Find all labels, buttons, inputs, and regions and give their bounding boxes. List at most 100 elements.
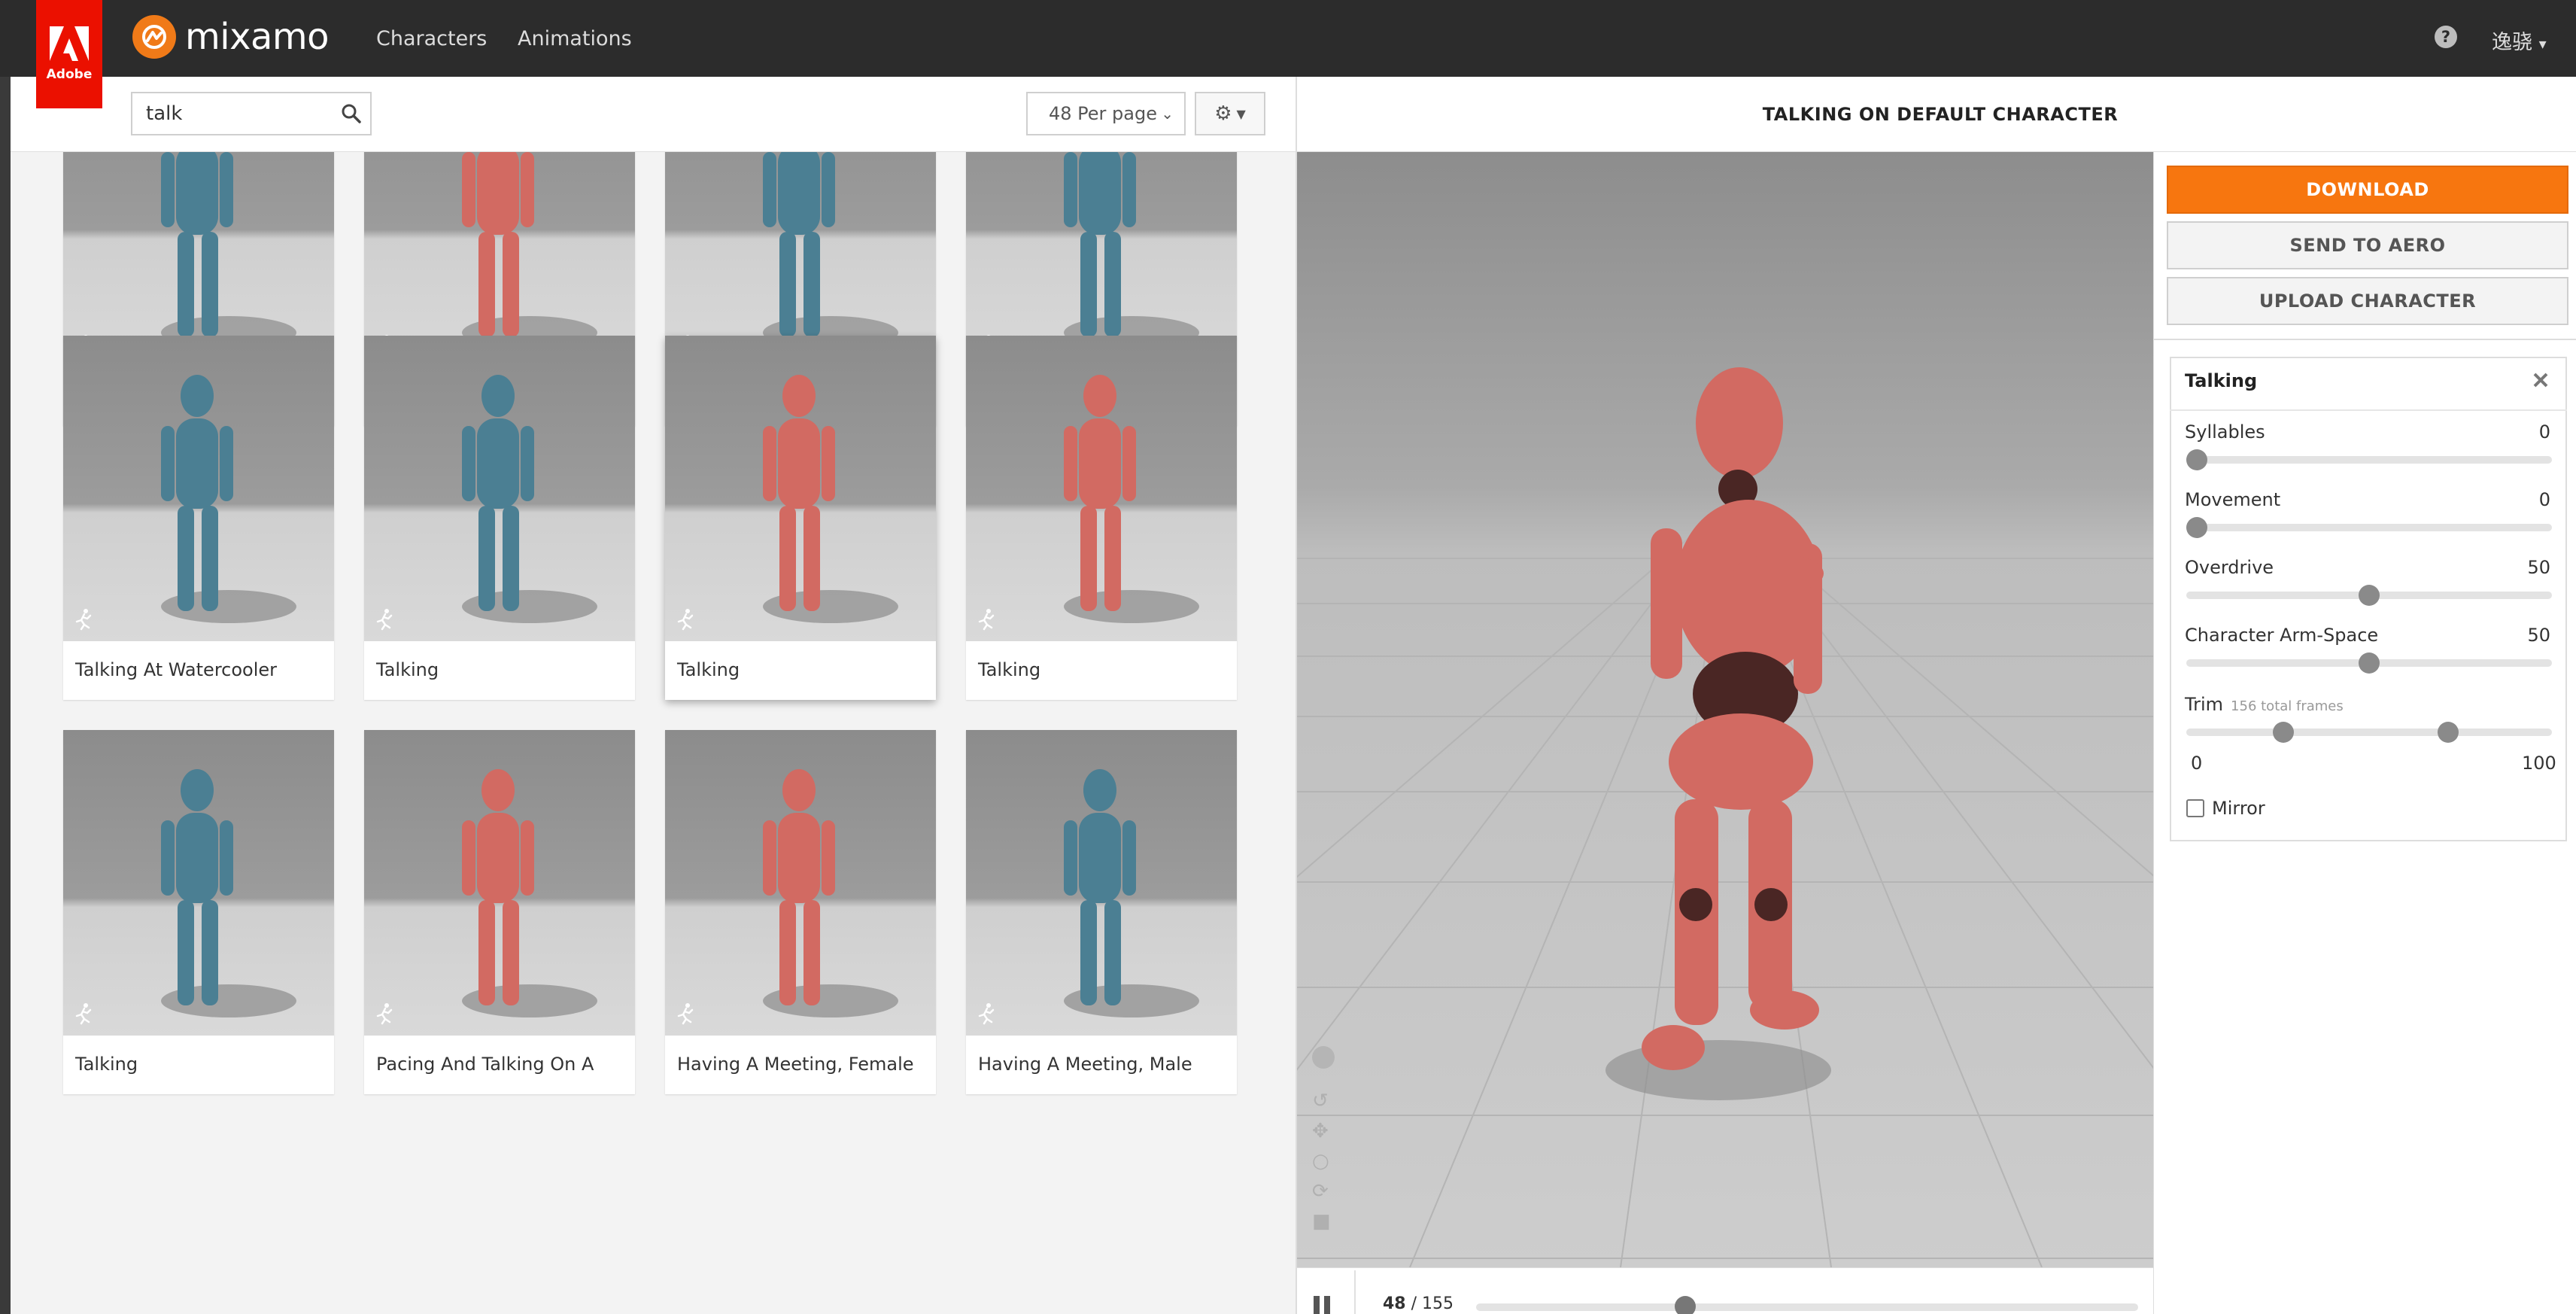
nav-characters[interactable]: Characters xyxy=(376,27,487,50)
animation-card[interactable]: Having A Meeting, Male xyxy=(966,730,1237,1094)
animation-thumbnail xyxy=(966,336,1237,641)
animation-thumbnail xyxy=(665,336,936,641)
rotate-icon[interactable]: ⟳ xyxy=(1312,1180,1338,1210)
pause-button[interactable] xyxy=(1314,1296,1332,1314)
trim-max: 100 xyxy=(2522,753,2556,774)
animation-card[interactable]: Pacing And Talking On A xyxy=(364,730,635,1094)
mixamo-logo[interactable]: mixamo xyxy=(132,15,330,59)
timeline-track[interactable] xyxy=(1476,1303,2138,1311)
frame-total: / 155 xyxy=(1411,1294,1454,1313)
param-value: 50 xyxy=(2527,625,2550,646)
animation-card-label: Talking xyxy=(978,659,1041,680)
animation-card-label: Talking xyxy=(376,659,439,680)
trim-label: Trim xyxy=(2185,694,2224,715)
3d-viewport[interactable] xyxy=(1296,152,2153,1267)
running-figure-icon xyxy=(75,609,92,631)
close-icon[interactable] xyxy=(2531,370,2550,390)
adobe-logo[interactable]: Adobe xyxy=(36,0,102,108)
trim-start-handle[interactable] xyxy=(2272,722,2294,743)
param-slider-handle[interactable] xyxy=(2359,585,2380,606)
caret-down-icon: ▼ xyxy=(1236,106,1246,121)
animation-card-label: Having A Meeting, Female xyxy=(677,1054,914,1075)
running-figure-icon xyxy=(376,1003,393,1025)
param-value: 0 xyxy=(2538,489,2550,510)
user-menu[interactable]: 逸骁 ▾ xyxy=(2492,26,2547,55)
user-name: 逸骁 xyxy=(2492,31,2532,54)
camera-icon[interactable]: ■ xyxy=(1312,1210,1338,1240)
per-page-select[interactable]: 48 Per page ⌄ xyxy=(1026,92,1186,135)
send-to-aero-button[interactable]: SEND TO AERO xyxy=(2167,221,2568,269)
animation-thumbnail xyxy=(63,730,334,1036)
running-figure-icon xyxy=(376,609,393,631)
running-figure-icon xyxy=(978,1003,995,1025)
adobe-label: Adobe xyxy=(46,67,93,82)
trim-label-row: Trim 156 total frames xyxy=(2185,694,2344,715)
pause-icon xyxy=(1314,1296,1320,1314)
mixamo-wordmark: mixamo xyxy=(185,16,330,58)
param-label: Movement xyxy=(2185,489,2281,510)
animation-card-label: Talking xyxy=(75,1054,138,1075)
download-button[interactable]: DOWNLOAD xyxy=(2167,166,2568,214)
pan-icon[interactable]: ✥ xyxy=(1312,1120,1338,1150)
search-field[interactable] xyxy=(131,92,372,135)
param-slider-track[interactable] xyxy=(2186,524,2552,531)
param-label: Syllables xyxy=(2185,421,2265,443)
mirror-checkbox[interactable] xyxy=(2186,799,2204,817)
animation-card[interactable]: Talking At Watercooler xyxy=(63,336,334,700)
animation-thumbnail xyxy=(966,730,1237,1036)
timeline-divider xyxy=(1354,1270,1356,1314)
left-edge xyxy=(0,77,11,1314)
param-slider-handle[interactable] xyxy=(2186,517,2207,538)
3d-scene xyxy=(1297,367,2153,1267)
sidebar-divider xyxy=(2153,339,2576,340)
animation-card-label: Pacing And Talking On A xyxy=(376,1054,594,1075)
frame-counter: 48 / 155 xyxy=(1383,1294,1454,1313)
mixamo-logo-icon xyxy=(132,15,176,59)
mirror-label: Mirror xyxy=(2212,798,2265,819)
animation-card-label: Talking At Watercooler xyxy=(75,659,278,680)
skeleton-icon[interactable] xyxy=(1312,1046,1335,1069)
trim-slider-track[interactable] xyxy=(2186,728,2552,736)
param-slider-handle[interactable] xyxy=(2186,449,2207,470)
animation-card-label: Having A Meeting, Male xyxy=(978,1054,1192,1075)
search-icon[interactable] xyxy=(340,102,363,125)
animation-thumbnail xyxy=(63,336,334,641)
animation-card[interactable]: Having A Meeting, Female xyxy=(665,730,936,1094)
param-value: 0 xyxy=(2538,421,2550,443)
trim-min: 0 xyxy=(2191,753,2203,774)
param-slider-track[interactable] xyxy=(2186,456,2552,464)
animation-grid: Talking Phone PacingTalkingTalkingTalkin… xyxy=(11,152,1296,1314)
animation-card[interactable]: Talking xyxy=(364,336,635,700)
chevron-down-icon: ⌄ xyxy=(1161,105,1174,123)
param-label: Overdrive xyxy=(2185,557,2274,578)
nav-animations[interactable]: Animations xyxy=(518,27,632,50)
upload-character-button[interactable]: UPLOAD CHARACTER xyxy=(2167,277,2568,325)
trim-total-frames: 156 total frames xyxy=(2231,698,2344,714)
help-icon[interactable]: ? xyxy=(2435,26,2457,48)
viewer-title: TALKING ON DEFAULT CHARACTER xyxy=(1762,104,2119,125)
param-value: 50 xyxy=(2527,557,2550,578)
running-figure-icon xyxy=(75,1003,92,1025)
settings-title: Talking xyxy=(2185,370,2258,391)
caret-down-icon: ▾ xyxy=(2538,35,2547,53)
gear-icon: ⚙ xyxy=(1214,102,1232,125)
running-figure-icon xyxy=(978,609,995,631)
mirror-toggle[interactable]: Mirror xyxy=(2186,798,2265,819)
animation-card-label: Talking xyxy=(677,659,740,680)
timeline-scrubber[interactable] xyxy=(1675,1296,1696,1314)
animation-thumbnail xyxy=(665,730,936,1036)
animation-thumbnail xyxy=(364,336,635,641)
zoom-icon[interactable]: ○ xyxy=(1312,1150,1338,1180)
settings-dropdown-button[interactable]: ⚙ ▼ xyxy=(1195,92,1265,135)
running-figure-icon xyxy=(677,609,694,631)
frame-current: 48 xyxy=(1383,1294,1406,1313)
animation-card[interactable]: Talking xyxy=(665,336,936,700)
reset-view-icon[interactable]: ↺ xyxy=(1312,1090,1338,1120)
per-page-value: 48 Per page xyxy=(1049,103,1157,124)
search-input[interactable] xyxy=(132,93,320,134)
animation-card[interactable]: Talking xyxy=(63,730,334,1094)
param-slider-handle[interactable] xyxy=(2359,652,2380,674)
viewer-tools: ↺ ✥ ○ ⟳ ■ xyxy=(1312,1046,1338,1240)
animation-thumbnail xyxy=(364,730,635,1036)
animation-card[interactable]: Talking xyxy=(966,336,1237,700)
